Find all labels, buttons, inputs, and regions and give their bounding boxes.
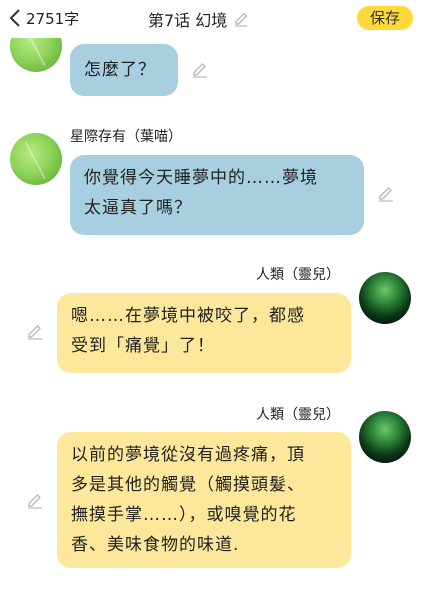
pencil-icon[interactable] <box>377 185 395 203</box>
pencil-icon[interactable] <box>191 61 209 79</box>
message-line: 嗯……在夢境中被咬了，都感 <box>71 306 305 326</box>
pencil-icon[interactable] <box>26 323 44 341</box>
chapter-title: 第7话 幻境 <box>148 11 228 30</box>
message-line: 受到「痛覺」了！ <box>71 336 215 356</box>
message-bubble[interactable]: 以前的夢境從沒有過疼痛，頂 多是其他的觸覺（觸摸頭髮、 撫摸手掌……），或嗅覺的… <box>57 432 351 568</box>
message-line: 撫摸手掌……），或嗅覺的花 <box>71 505 297 525</box>
pencil-icon[interactable] <box>233 11 249 27</box>
top-bar: 2751字 第7话 幻境 保存 <box>0 0 421 38</box>
message-line: 香、美味食物的味道. <box>71 535 240 555</box>
message-bubble[interactable]: 你覺得今天睡夢中的……夢境 太逼真了嗎？ <box>70 155 364 235</box>
avatar[interactable] <box>10 133 62 185</box>
message-line: 你覺得今天睡夢中的……夢境 <box>84 168 318 188</box>
message-line: 太逼真了嗎？ <box>84 198 192 218</box>
speaker-name: 人類（靈兒） <box>256 407 340 423</box>
message-line: 多是其他的觸覺（觸摸頭髮、 <box>71 475 305 495</box>
message-bubble[interactable]: 嗯……在夢境中被咬了，都感 受到「痛覺」了！ <box>57 293 351 373</box>
chevron-left-icon <box>9 9 20 27</box>
message-text: 怎麼了？ <box>84 60 156 80</box>
avatar[interactable] <box>359 272 411 324</box>
back-button[interactable]: 2751字 <box>8 6 79 30</box>
save-button[interactable]: 保存 <box>357 6 413 30</box>
speaker-name: 人類（靈兒） <box>256 267 340 283</box>
pencil-icon[interactable] <box>26 492 44 510</box>
chapter-title-area[interactable]: 第7话 幻境 <box>148 7 249 31</box>
message-line: 以前的夢境從沒有過疼痛，頂 <box>71 445 305 465</box>
speaker-name: 星際存有（葉喵） <box>70 129 182 145</box>
avatar[interactable] <box>359 411 411 463</box>
message-bubble[interactable]: 怎麼了？ <box>70 44 178 96</box>
word-count: 2751字 <box>26 9 80 28</box>
